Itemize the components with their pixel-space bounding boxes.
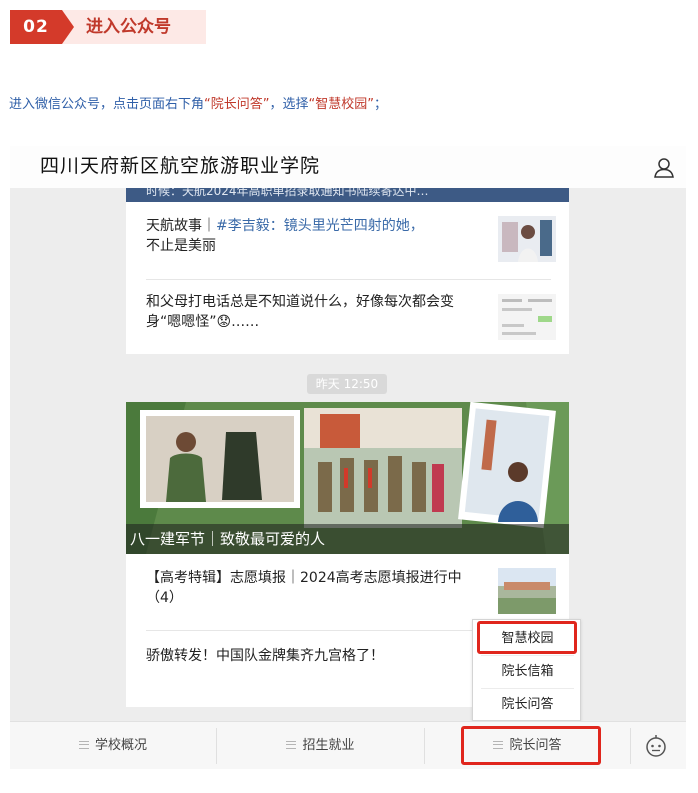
highlight-box-smart-campus [477,621,577,654]
tab-label: 招生就业 [302,738,355,753]
step-arrow [62,10,74,44]
instruction-part-2: ，选择 [269,97,309,112]
chat-header: 四川天府新区航空旅游职业学院 [10,146,686,188]
instruction-quote-1: “院长问答” [204,97,270,112]
article-title: 天航故事｜#李吉毅：镜头里光芒四射的她， 不止是美丽 [146,216,476,256]
banner-strip[interactable]: 时候：天航2024年高职单招录取通知书陆续寄达中… [126,188,569,202]
list-item[interactable]: 和父母打电话总是不知道说什么，好像每次都会变身“嗯嗯怪”😟…… [146,292,556,342]
article-title: 骄傲转发！中国队金牌集齐九宫格了！ [146,648,384,664]
menu-icon [286,740,297,749]
menu-icon [78,740,89,749]
keyboard-toggle-icon[interactable] [644,734,668,758]
hero-image[interactable]: 八一建军节｜致敬最可爱的人 [126,402,569,554]
tab-divider [630,728,631,764]
step-number: 02 [10,10,62,44]
article-thumbnail [498,568,556,614]
article-title: 和父母打电话总是不知道说什么，好像每次都会变身“嗯嗯怪”😟…… [146,294,454,330]
article-thumbnail [498,216,556,262]
article-link: #李吉毅：镜头里光芒四射的她， [216,218,424,234]
article-rest: 不止是美丽 [146,238,216,254]
instruction-text: 进入微信公众号，点击页面右下角“院长问答”，选择“智慧校园”； [9,93,387,112]
account-name: 四川天府新区航空旅游职业学院 [40,155,321,177]
tab-admissions-employment[interactable]: 招生就业 [217,722,424,769]
wechat-screenshot: 四川天府新区航空旅游职业学院 时候：天航2024年高职单招录取通知书陆续寄达中…… [10,146,686,769]
list-item[interactable]: 天航故事｜#李吉毅：镜头里光芒四射的她， 不止是美丽 [146,216,556,266]
article-title: 【高考特辑】志愿填报｜2024高考志愿填报进行中（4） [146,570,462,606]
article-prefix: 天航故事｜ [146,218,216,234]
tab-label: 学校概况 [94,738,147,753]
list-item[interactable]: 【高考特辑】志愿填报｜2024高考志愿填报进行中（4） [146,568,556,618]
article-card-1: 时候：天航2024年高职单招录取通知书陆续寄达中… 天航故事｜#李吉毅：镜头里光… [126,188,569,354]
instruction-quote-2: “智慧校园” [308,97,374,112]
menu-item-president-qa[interactable]: 院长问答 [473,688,582,721]
hero-caption: 八一建军节｜致敬最可爱的人 [126,524,569,554]
step-title: 进入公众号 [86,17,171,37]
article-thumbnail [498,294,556,340]
highlight-box-president-qa [461,726,601,765]
step-header: 02 进入公众号 [10,10,206,44]
timestamp-badge: 昨天 12:50 [307,374,387,394]
menu-item-president-mailbox[interactable]: 院长信箱 [473,655,582,688]
profile-icon[interactable] [652,156,676,180]
instruction-part-1: 进入微信公众号，点击页面右下角 [9,97,205,112]
instruction-part-3: ； [374,97,388,112]
tab-school-overview[interactable]: 学校概况 [10,722,216,769]
divider [146,279,551,280]
